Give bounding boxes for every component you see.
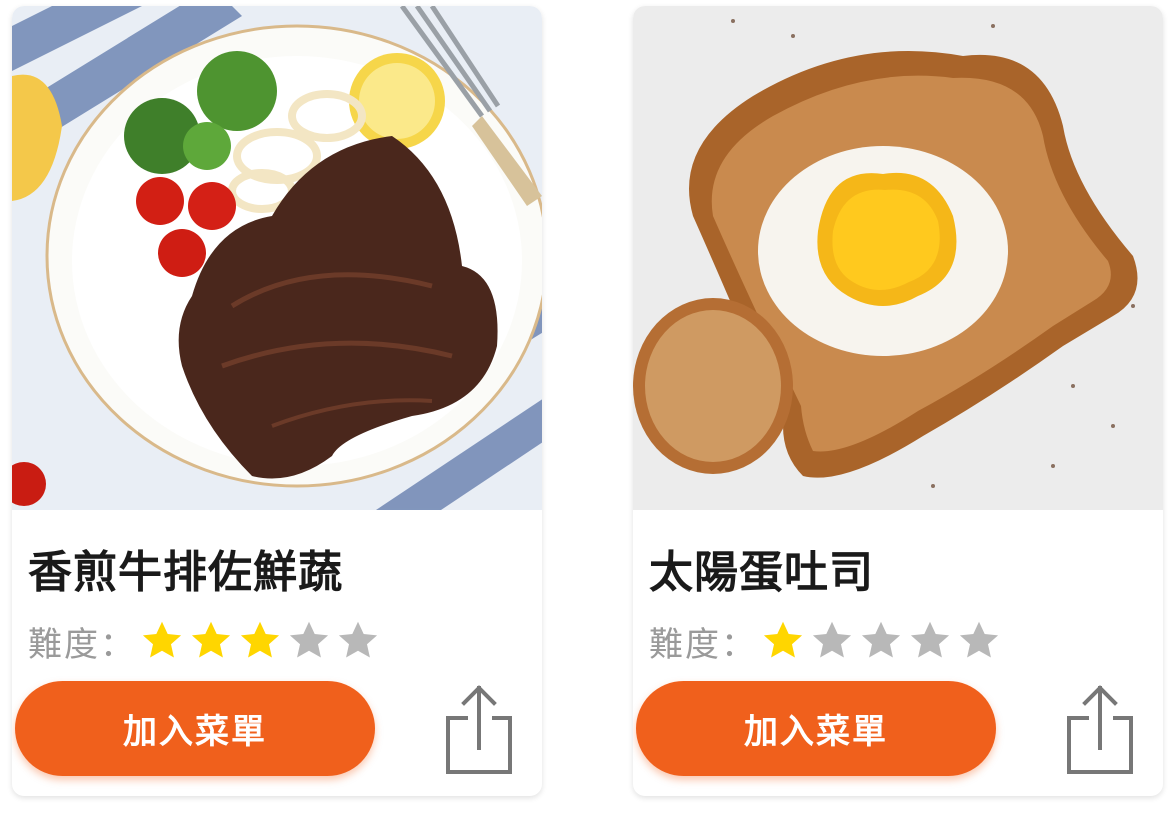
recipe-photo[interactable] — [633, 6, 1163, 510]
recipe-card[interactable]: 太陽蛋吐司 難度： 加入菜單 — [633, 6, 1163, 796]
star-empty-icon — [338, 621, 378, 658]
egg-toast-photo — [633, 6, 1163, 510]
star-rating — [761, 619, 1006, 663]
star-rating — [140, 619, 385, 663]
difficulty-rating: 難度： — [28, 616, 385, 666]
star-empty-icon — [289, 621, 329, 658]
recipe-card[interactable]: 香煎牛排佐鮮蔬 難度： 加入菜單 — [12, 6, 542, 796]
recipe-photo[interactable] — [12, 6, 542, 510]
difficulty-rating: 難度： — [649, 616, 1006, 666]
star-empty-icon — [910, 621, 950, 658]
star-empty-icon — [861, 621, 901, 658]
star-filled-icon — [240, 621, 280, 658]
recipe-title: 香煎牛排佐鮮蔬 — [28, 547, 343, 598]
add-to-menu-button[interactable]: 加入菜單 — [15, 681, 375, 776]
star-filled-icon — [142, 621, 182, 658]
share-icon[interactable] — [1065, 684, 1137, 776]
add-to-menu-button[interactable]: 加入菜單 — [636, 681, 996, 776]
share-icon[interactable] — [444, 684, 516, 776]
star-empty-icon — [812, 621, 852, 658]
star-filled-icon — [763, 621, 803, 658]
recipe-title: 太陽蛋吐司 — [649, 547, 874, 598]
difficulty-label: 難度： — [649, 624, 757, 665]
steak-photo — [12, 6, 542, 510]
star-filled-icon — [191, 621, 231, 658]
star-empty-icon — [959, 621, 999, 658]
difficulty-label: 難度： — [28, 624, 136, 665]
